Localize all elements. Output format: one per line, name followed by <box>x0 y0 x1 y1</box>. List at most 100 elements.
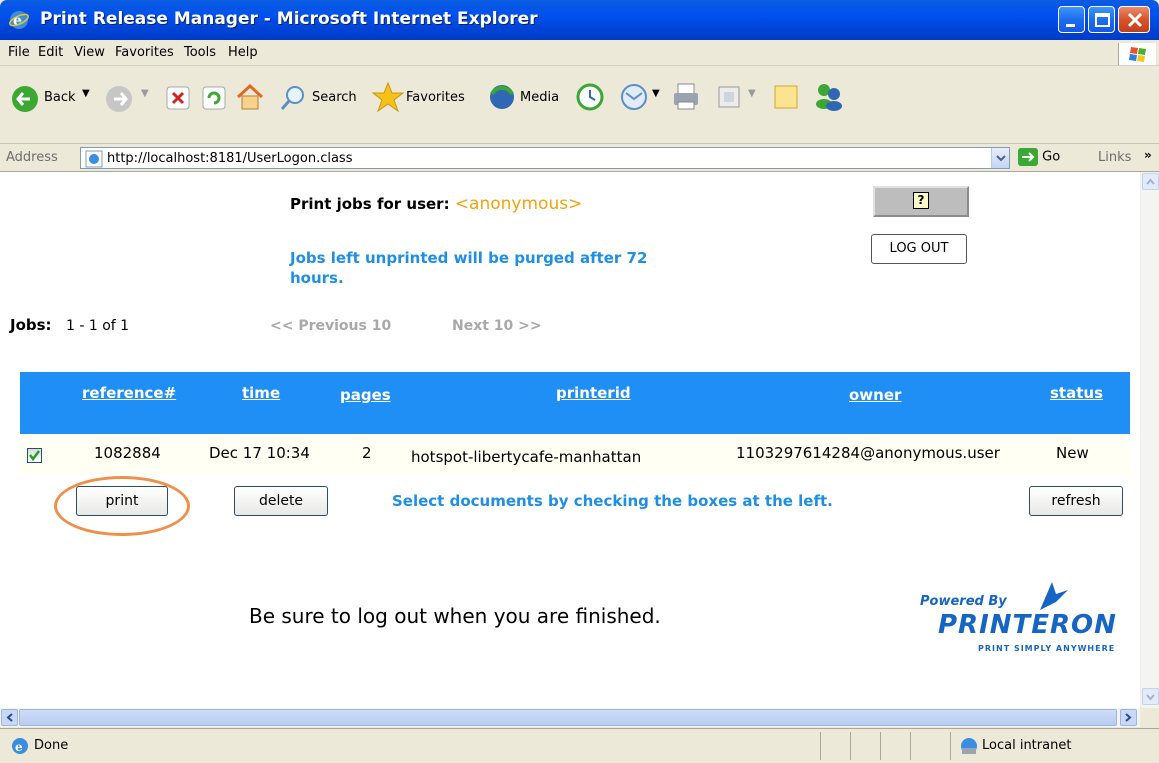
cell-status: New <box>1056 444 1089 462</box>
toolbar: Back ▼ ▼ Search Favorites Media ▼ ▼ <box>0 66 1159 144</box>
status-divider <box>820 732 821 760</box>
scroll-down-icon[interactable] <box>1142 688 1159 705</box>
favorites-button-label[interactable]: Favorites <box>406 90 465 105</box>
title-bar: e Print Release Manager - Microsoft Inte… <box>0 0 1159 40</box>
edit-dropdown-icon[interactable]: ▼ <box>748 88 756 99</box>
horizontal-scrollbar[interactable] <box>0 708 1140 727</box>
links-button[interactable]: Links <box>1098 150 1131 165</box>
media-icon[interactable] <box>486 82 518 112</box>
column-status[interactable]: status <box>1050 384 1103 402</box>
forward-icon[interactable] <box>104 84 134 114</box>
column-reference[interactable]: reference# <box>82 384 176 402</box>
back-button-label[interactable]: Back <box>44 90 76 105</box>
column-owner[interactable]: owner <box>849 386 901 404</box>
jobs-count: Jobs: 1 - 1 of 1 <box>10 316 129 334</box>
ie-page-icon: e <box>12 738 28 754</box>
cell-printerid: hotspot-libertycafe-manhattan <box>411 448 642 466</box>
maximize-button[interactable] <box>1088 6 1115 33</box>
refresh-button[interactable]: refresh <box>1029 486 1123 516</box>
chevron-right-icon[interactable]: » <box>1144 148 1152 162</box>
media-button-label[interactable]: Media <box>520 90 559 105</box>
column-time[interactable]: time <box>242 384 280 402</box>
address-dropdown-icon[interactable] <box>991 148 1009 168</box>
minimize-button[interactable] <box>1058 6 1085 33</box>
purge-notice: Jobs left unprinted will be purged after… <box>290 249 648 287</box>
refresh-icon[interactable] <box>200 84 228 112</box>
annotation-circle <box>54 476 190 536</box>
select-instructions: Select documents by checking the boxes a… <box>392 492 833 510</box>
windows-logo-icon <box>1118 43 1156 65</box>
menu-edit[interactable]: Edit <box>38 45 63 60</box>
mail-dropdown-icon[interactable]: ▼ <box>652 88 660 99</box>
scroll-right-icon[interactable] <box>1120 709 1137 726</box>
forward-dropdown-icon[interactable]: ▼ <box>141 88 149 99</box>
status-divider <box>880 732 881 760</box>
address-input[interactable]: http://localhost:8181/UserLogon.class <box>80 147 1010 169</box>
printeron-logo-icon <box>1040 582 1068 610</box>
previous-link[interactable]: << Previous 10 <box>270 318 391 334</box>
menu-help[interactable]: Help <box>228 45 258 60</box>
logout-button[interactable]: LOG OUT <box>871 234 967 264</box>
jobs-label: Jobs: <box>10 316 52 334</box>
next-link[interactable]: Next 10 >> <box>452 318 542 334</box>
menu-bar: File Edit View Favorites Tools Help <box>0 40 1159 66</box>
history-icon[interactable] <box>574 82 606 112</box>
go-button[interactable]: Go <box>1018 148 1060 166</box>
edit-icon[interactable] <box>716 84 742 110</box>
powered-by-label: Powered By <box>920 594 1007 609</box>
printeron-logo: PRINTERON <box>938 610 1117 640</box>
back-icon[interactable] <box>10 84 40 114</box>
window-title: Print Release Manager - Microsoft Intern… <box>40 9 538 29</box>
discuss-icon[interactable] <box>772 82 802 112</box>
help-icon: ? <box>913 192 929 209</box>
printer-icon[interactable] <box>670 80 702 112</box>
go-label: Go <box>1042 149 1061 165</box>
table-row: 1082884 Dec 17 10:34 2 hotspot-libertyca… <box>20 434 1130 474</box>
menu-favorites[interactable]: Favorites <box>115 45 174 60</box>
address-bar: Address http://localhost:8181/UserLogon.… <box>0 144 1159 172</box>
search-button-label[interactable]: Search <box>312 90 357 105</box>
cell-pages: 2 <box>362 444 372 462</box>
scroll-up-icon[interactable] <box>1142 173 1159 190</box>
search-icon[interactable] <box>278 83 308 113</box>
delete-button[interactable]: delete <box>234 486 328 516</box>
scroll-left-icon[interactable] <box>1 709 18 726</box>
mail-icon[interactable] <box>618 82 650 112</box>
status-divider <box>910 732 911 760</box>
menu-file[interactable]: File <box>8 45 30 60</box>
messenger-icon[interactable] <box>812 80 846 112</box>
user-header: Print jobs for user: <anonymous> <box>290 194 582 214</box>
jobs-table-header: reference# time pages printerid owner st… <box>20 372 1130 434</box>
jobs-range: 1 - 1 of 1 <box>66 318 130 334</box>
column-pages[interactable]: pages <box>340 386 391 404</box>
scroll-corner <box>1140 708 1159 727</box>
stop-icon[interactable] <box>164 84 192 112</box>
status-divider <box>950 732 951 760</box>
back-dropdown-icon[interactable]: ▼ <box>82 88 90 99</box>
status-divider <box>850 732 851 760</box>
row-checkbox[interactable] <box>27 448 42 463</box>
scroll-thumb[interactable] <box>19 709 1117 726</box>
close-button[interactable] <box>1118 6 1150 33</box>
printeron-tagline: PRINT SIMPLY ANYWHERE <box>978 644 1116 653</box>
home-icon[interactable] <box>234 82 266 112</box>
page-icon <box>85 150 103 168</box>
column-printerid[interactable]: printerid <box>556 384 631 402</box>
security-zone: Local intranet <box>982 738 1072 753</box>
vertical-scrollbar[interactable] <box>1140 172 1159 708</box>
page-content: Print jobs for user: <anonymous> Jobs le… <box>0 172 1140 708</box>
help-button[interactable]: ? <box>873 186 969 217</box>
cell-owner: 1103297614284@anonymous.user <box>736 444 1000 462</box>
status-text: Done <box>34 738 69 753</box>
menu-tools[interactable]: Tools <box>184 45 216 60</box>
menu-view[interactable]: View <box>74 45 105 60</box>
favorites-icon[interactable] <box>372 81 404 113</box>
go-arrow-icon <box>1018 148 1038 166</box>
user-name: <anonymous> <box>454 194 583 214</box>
address-url[interactable]: http://localhost:8181/UserLogon.class <box>107 151 352 166</box>
cell-reference: 1082884 <box>94 444 161 462</box>
ie-icon: e <box>9 11 29 29</box>
status-bar: e Done Local intranet <box>0 728 1159 763</box>
address-label: Address <box>6 150 58 165</box>
user-label: Print jobs for user: <box>290 195 450 213</box>
